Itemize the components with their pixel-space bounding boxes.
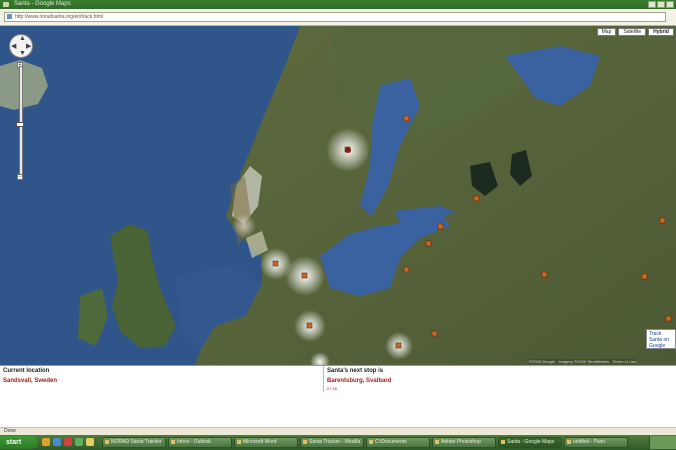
pan-left-icon[interactable]: ◀ <box>11 43 16 50</box>
stop-marker[interactable] <box>403 266 410 273</box>
taskbar-button-active[interactable]: Santa - Google Maps <box>498 437 562 448</box>
next-stop-eta: 27:39 <box>327 386 338 391</box>
address-text: http://www.noradsanta.org/en/track.html <box>15 14 104 20</box>
pan-up-icon[interactable]: ▲ <box>19 35 26 42</box>
pan-down-icon[interactable]: ▼ <box>19 50 26 57</box>
task-buttons: NORAD Santa Tracker Inbox - Outlook Micr… <box>102 437 628 448</box>
taskbar-button[interactable]: Microsoft Word <box>234 437 298 448</box>
pan-control[interactable]: ▲ ◀ ▶ ▼ <box>9 34 33 58</box>
close-button[interactable] <box>666 1 674 8</box>
quick-launch <box>42 438 94 446</box>
satellite-map[interactable] <box>0 26 676 365</box>
status-bar: Done <box>0 427 676 435</box>
stop-marker[interactable] <box>403 115 410 122</box>
map-type-bar: Map Satellite Hybrid <box>596 28 674 36</box>
app-icon <box>3 2 9 7</box>
quick-launch-icon[interactable] <box>86 438 94 446</box>
next-stop-value: Barentsburg, Svalbard <box>327 378 392 384</box>
zoom-slider[interactable]: + − <box>16 62 24 180</box>
current-location-value: Sandsvall, Sweden <box>3 378 58 384</box>
map-view[interactable]: Map Satellite Hybrid ▲ ◀ ▶ ▼ + − Track S… <box>0 26 676 365</box>
stop-marker[interactable] <box>395 342 402 349</box>
stop-marker[interactable] <box>437 223 444 230</box>
current-location-label: Current location <box>3 368 50 374</box>
quick-launch-icon[interactable] <box>53 438 61 446</box>
taskbar-button[interactable]: NORAD Santa Tracker <box>102 437 166 448</box>
stop-marker[interactable] <box>541 271 548 278</box>
quick-launch-icon[interactable] <box>64 438 72 446</box>
quick-launch-icon[interactable] <box>75 438 83 446</box>
santa-marker[interactable] <box>345 147 351 153</box>
start-button[interactable]: start <box>0 436 38 449</box>
address-bar: http://www.noradsanta.org/en/track.html <box>0 9 676 26</box>
quick-launch-icon[interactable] <box>42 438 50 446</box>
next-stop-label: Santa's next stop is <box>327 368 384 374</box>
next-stop: Santa's next stop is Barentsburg, Svalba… <box>327 368 391 391</box>
stop-marker[interactable] <box>425 240 432 247</box>
page-icon <box>7 14 12 19</box>
taskbar-button[interactable]: C:\Documents <box>366 437 430 448</box>
stop-marker[interactable] <box>473 195 480 202</box>
track-santa-tip[interactable]: Track Santa on Google <box>646 329 676 349</box>
taskbar-button[interactable]: untitled - Paint <box>564 437 628 448</box>
minimize-button[interactable] <box>648 1 656 8</box>
map-type-hybrid[interactable]: Hybrid <box>648 28 674 36</box>
system-tray[interactable] <box>649 436 676 449</box>
window-title-bar: Santa - Google Maps <box>0 0 676 9</box>
taskbar-button[interactable]: Santa Tracker - Mozilla <box>300 437 364 448</box>
stop-marker[interactable] <box>301 272 308 279</box>
map-type-satellite[interactable]: Satellite <box>618 28 647 36</box>
maximize-button[interactable] <box>657 1 665 8</box>
stop-marker[interactable] <box>431 330 438 337</box>
zoom-out-button[interactable]: − <box>17 174 23 180</box>
zoom-thumb[interactable] <box>16 122 24 127</box>
pan-right-icon[interactable]: ▶ <box>26 43 31 50</box>
status-text: Done <box>4 428 16 434</box>
address-input[interactable]: http://www.noradsanta.org/en/track.html <box>4 12 666 22</box>
map-type-map[interactable]: Map <box>596 28 617 36</box>
stop-marker[interactable] <box>665 315 672 322</box>
taskbar-button[interactable]: Adobe Photoshop <box>432 437 496 448</box>
info-panel: Current location Sandsvall, Sweden Santa… <box>0 365 676 427</box>
window-title: Santa - Google Maps <box>14 1 71 7</box>
taskbar-button[interactable]: Inbox - Outlook <box>168 437 232 448</box>
stop-marker[interactable] <box>641 273 648 280</box>
current-location: Current location Sandsvall, Sweden <box>3 368 57 384</box>
stop-marker[interactable] <box>306 322 313 329</box>
taskbar: start NORAD Santa Tracker Inbox - Outloo… <box>0 435 676 450</box>
info-divider <box>323 366 324 392</box>
map-attribution: ©2009 Google - Imagery ©2009 TerraMetric… <box>529 359 636 364</box>
stop-marker[interactable] <box>659 217 666 224</box>
stop-marker[interactable] <box>272 260 279 267</box>
window-buttons <box>648 1 674 8</box>
